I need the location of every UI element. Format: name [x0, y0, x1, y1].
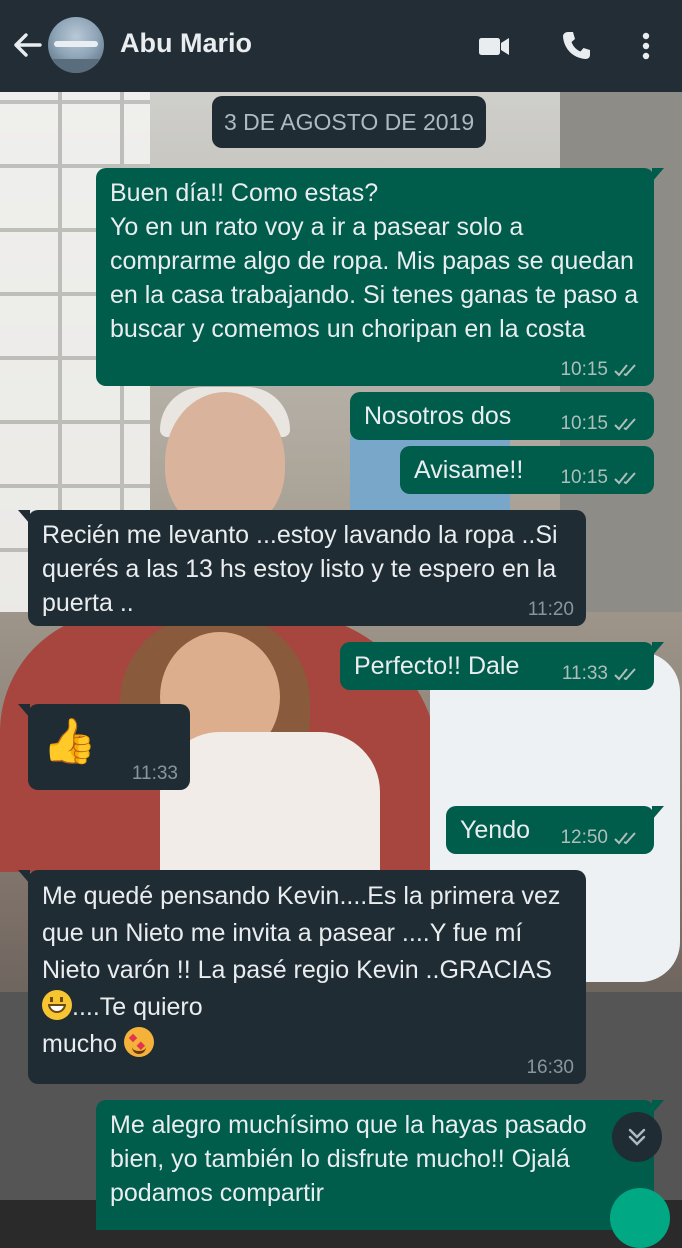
message-meta: 12:50 [560, 828, 642, 848]
message-text: Recién me levanto ...estoy lavando la ro… [42, 521, 558, 617]
message-text: Me alegro muchísimo que la hayas pasado … [110, 1111, 587, 1207]
message-time: 10:15 [560, 413, 608, 434]
message-outgoing[interactable]: Perfecto!! Dale 11:33 [340, 642, 664, 690]
contact-name[interactable]: Abu Mario [120, 28, 252, 59]
video-call-icon[interactable] [476, 28, 512, 64]
message-time: 10:15 [560, 359, 608, 380]
scroll-to-bottom-button[interactable] [612, 1112, 662, 1162]
message-text: Buen día!! Como estas? Yo en un rato voy… [110, 179, 639, 343]
avatar[interactable] [48, 17, 104, 73]
message-outgoing[interactable]: Buen día!! Como estas? Yo en un rato voy… [96, 168, 664, 386]
double-chevron-down-icon [628, 1128, 646, 1146]
message-outgoing[interactable]: Nosotros dos 10:15 [350, 392, 654, 440]
message-time: 11:33 [131, 763, 178, 784]
message-meta: 11:20 [528, 600, 574, 620]
message-outgoing[interactable]: Avisame!! 10:15 [400, 446, 654, 494]
read-ticks-icon [614, 832, 636, 845]
message-time: 11:33 [561, 663, 608, 684]
date-divider: 3 DE AGOSTO DE 2019 [212, 96, 487, 148]
message-meta: 11:33 [562, 664, 642, 684]
message-time: 11:20 [527, 599, 574, 620]
message-time: 10:15 [560, 467, 608, 488]
back-arrow-icon[interactable] [10, 28, 44, 62]
read-ticks-icon [614, 364, 636, 377]
message-outgoing[interactable]: Yendo 12:50 [446, 806, 664, 854]
more-vert-icon[interactable] [628, 28, 664, 64]
phone-icon[interactable] [558, 28, 594, 64]
message-time: 12:50 [560, 827, 608, 848]
read-ticks-icon [614, 472, 636, 485]
message-meta: 16:30 [526, 1058, 574, 1078]
smiling-face-with-hearts-emoji [123, 1027, 154, 1057]
message-outgoing[interactable]: Me alegro muchísimo que la hayas pasado … [96, 1100, 664, 1230]
message-incoming[interactable]: Me quedé pensando Kevin....Es la primera… [18, 870, 586, 1084]
message-text: Me quedé pensando Kevin....Es la primera… [42, 882, 561, 1058]
message-time: 16:30 [526, 1057, 574, 1078]
read-ticks-icon [614, 668, 636, 681]
grinning-face-emoji [42, 990, 72, 1020]
chat-header: Abu Mario [0, 0, 682, 92]
message-incoming[interactable]: 👍 11:33 [18, 704, 190, 790]
fab-button[interactable] [610, 1188, 670, 1248]
message-meta: 10:15 [560, 360, 642, 380]
read-ticks-icon [614, 418, 636, 431]
message-meta: 10:15 [560, 414, 642, 434]
message-meta: 11:33 [132, 764, 178, 784]
message-incoming[interactable]: Recién me levanto ...estoy lavando la ro… [18, 510, 586, 626]
message-meta: 10:15 [560, 468, 642, 488]
thumbs-up-emoji: 👍 [42, 717, 97, 766]
